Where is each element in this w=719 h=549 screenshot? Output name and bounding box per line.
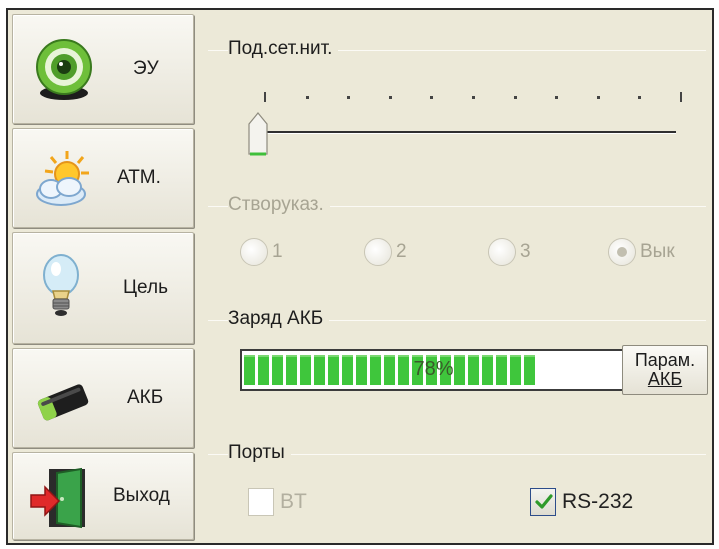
stvor-radio-2-label: 2 xyxy=(396,241,407,262)
nav-button-exit[interactable]: Выход xyxy=(12,452,194,540)
slider-tick xyxy=(513,96,517,99)
battery-percent-label: 78% xyxy=(413,358,454,380)
stvor-group-title: Створуказ. xyxy=(228,194,330,216)
slider-tick xyxy=(430,96,434,99)
battery-group-title: Заряд АКБ xyxy=(228,308,330,330)
port-bt-label: BT xyxy=(280,490,307,513)
slider-tick xyxy=(305,96,309,99)
nav-button-eu[interactable]: ЭУ xyxy=(12,14,194,124)
stvor-radio-2[interactable]: 2 xyxy=(364,238,407,266)
battery-params-button[interactable]: Парам. АКБ xyxy=(622,345,708,395)
radio-selected-dot xyxy=(617,247,627,257)
check-mark-icon xyxy=(535,494,553,509)
stvor-radio-off[interactable]: Вык xyxy=(608,238,675,266)
target-icon xyxy=(36,39,92,100)
battery-params-label-2: АКБ xyxy=(647,369,683,389)
exit-door-icon xyxy=(30,467,85,529)
nav-button-atm[interactable]: АТМ. xyxy=(12,128,194,228)
main-window: ЭУ АТМ. Цель АКБ Выход Под.сет.нит. Ство… xyxy=(6,8,714,545)
nav-label-exit: Выход xyxy=(113,485,170,506)
slider-tick xyxy=(638,96,642,99)
port-rs232-label: RS-232 xyxy=(562,490,634,513)
content-panel: Под.сет.нит. Створуказ. 1 2 3 Вык Заряд … xyxy=(200,14,710,540)
nav-label-cel: Цель xyxy=(123,277,168,298)
stvor-radio-1[interactable]: 1 xyxy=(240,238,283,266)
nav-label-akb: АКБ xyxy=(127,387,164,408)
slider-tick xyxy=(388,96,392,99)
slider-tick xyxy=(596,96,600,99)
stvor-radio-3[interactable]: 3 xyxy=(488,238,531,266)
slider-tick xyxy=(680,92,682,102)
slider-tick xyxy=(347,96,351,99)
nav-button-akb[interactable]: АКБ xyxy=(12,348,194,448)
stvor-radio-1-label: 1 xyxy=(272,241,283,262)
nav-label-atm: АТМ. xyxy=(117,167,161,188)
stvor-radio-3-label: 3 xyxy=(520,241,531,262)
slider-track[interactable] xyxy=(256,131,676,134)
battery-progress-bar: 78% xyxy=(240,349,626,391)
nav-button-cel[interactable]: Цель xyxy=(12,232,194,344)
light-bulb-icon xyxy=(43,254,79,316)
battery-params-label-1: Парам. xyxy=(634,350,696,370)
ports-group-title: Порты xyxy=(228,442,291,464)
slider-group-title: Под.сет.нит. xyxy=(228,38,339,60)
stvor-radio-off-label: Вык xyxy=(640,241,675,262)
nav-label-eu: ЭУ xyxy=(133,58,159,79)
slider-tick xyxy=(555,96,559,99)
slider-tick xyxy=(472,96,475,99)
nav-panel: ЭУ АТМ. Цель АКБ Выход xyxy=(12,14,194,540)
slider-ticks xyxy=(256,92,682,106)
port-rs232-checkbox[interactable]: RS-232 xyxy=(530,488,633,516)
port-bt-checkbox[interactable]: BT xyxy=(248,488,307,516)
slider-tick xyxy=(264,92,266,102)
battery-icon xyxy=(37,384,89,421)
weather-sun-cloud-icon xyxy=(36,151,89,206)
slider-thumb[interactable] xyxy=(248,112,268,156)
